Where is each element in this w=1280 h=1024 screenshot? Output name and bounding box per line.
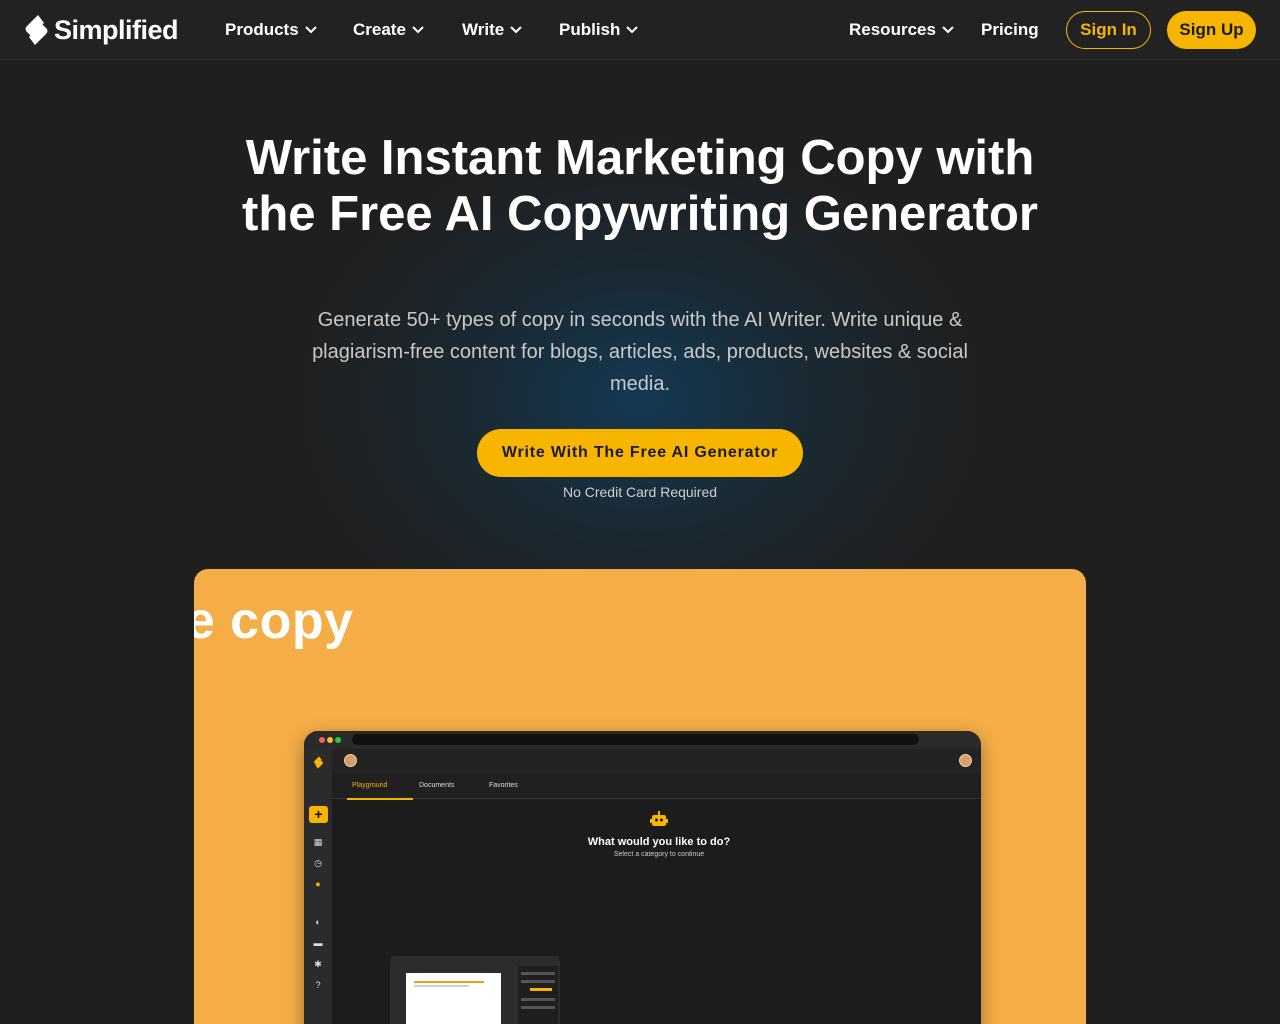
user-avatar — [344, 754, 357, 767]
chevron-down-icon — [942, 26, 954, 34]
chevron-down-icon — [626, 26, 639, 34]
prompt-title: What would you like to do? — [587, 836, 731, 848]
simplified-logo-icon — [25, 15, 48, 45]
nav-resources-label: Resources — [849, 20, 936, 39]
simplified-logo-icon — [314, 756, 323, 769]
product-showcase: te copy + ▦ ◷ ● ◐ ▬ ✱ ? Playgroun — [194, 569, 1086, 1024]
tab-documents: Documents — [419, 782, 455, 789]
app-header — [304, 749, 981, 773]
new-item-plus-icon: + — [309, 806, 328, 823]
sign-in-button[interactable]: Sign In — [1066, 11, 1151, 49]
no-credit-card-note: No Credit Card Required — [562, 484, 718, 500]
nav-publish-label: Publish — [559, 20, 621, 39]
mini-panel-row — [521, 980, 555, 983]
brand-logo[interactable]: Simplified — [24, 13, 179, 47]
mini-highlight-line — [414, 981, 484, 983]
gear-icon: ✱ — [314, 959, 322, 969]
active-tab-indicator — [347, 798, 413, 800]
showcase-headline: te copy — [194, 592, 354, 650]
nav-create-label: Create — [353, 20, 406, 39]
tab-playground: Playground — [352, 782, 388, 789]
window-titlebar — [304, 731, 981, 749]
nav-write[interactable]: Write — [462, 18, 522, 42]
help-icon: ? — [315, 980, 321, 990]
hero-title: Write Instant Marketing Copy with the Fr… — [242, 131, 1038, 241]
mini-document — [406, 973, 501, 1024]
write-free-ai-generator-button[interactable]: Write With The Free AI Generator — [477, 429, 803, 477]
tab-favorites: Favorites — [489, 782, 518, 789]
nav-create[interactable]: Create — [353, 18, 424, 42]
palette-icon: ◐ — [315, 917, 321, 927]
nav-products-label: Products — [225, 20, 299, 39]
mini-editor-preview — [390, 956, 560, 1024]
mini-panel-button — [530, 988, 552, 991]
mini-panel-row — [521, 972, 555, 975]
maximize-dot-icon — [335, 737, 341, 743]
mini-panel-row — [521, 1006, 555, 1009]
mini-panel-row — [521, 998, 555, 1001]
profile-avatar — [959, 754, 972, 767]
chevron-down-icon — [412, 26, 424, 34]
top-nav: Simplified Products Create Write Publish… — [0, 0, 1280, 60]
nav-resources[interactable]: Resources — [849, 18, 954, 42]
app-sidebar: + ▦ ◷ ● ◐ ▬ ✱ ? — [304, 749, 332, 1024]
chevron-down-icon — [510, 26, 522, 34]
hero-subtitle: Generate 50+ types of copy in seconds wi… — [312, 309, 968, 395]
prompt-subtitle: Select a category to continue — [613, 851, 705, 858]
nav-products[interactable]: Products — [225, 18, 317, 42]
brand-name: Simplified — [54, 14, 179, 45]
app-preview-window: + ▦ ◷ ● ◐ ▬ ✱ ? Playground Documents Fav… — [304, 731, 981, 1024]
mini-side-panel — [518, 966, 558, 1024]
close-dot-icon — [319, 737, 325, 743]
clock-icon: ◷ — [314, 858, 322, 868]
minimize-dot-icon — [327, 737, 333, 743]
app-tabs: Playground Documents Favorites — [332, 773, 981, 800]
grid-icon: ▦ — [313, 837, 323, 847]
nav-publish[interactable]: Publish — [559, 18, 639, 42]
mini-text-line — [414, 985, 469, 987]
nav-write-label: Write — [462, 20, 505, 39]
nav-pricing[interactable]: Pricing — [981, 18, 1039, 42]
sign-up-button[interactable]: Sign Up — [1167, 11, 1256, 49]
ai-writer-icon: ● — [315, 879, 321, 889]
address-bar — [352, 734, 919, 745]
robot-icon — [650, 811, 668, 826]
folder-icon: ▬ — [313, 938, 323, 948]
chevron-down-icon — [304, 26, 317, 34]
